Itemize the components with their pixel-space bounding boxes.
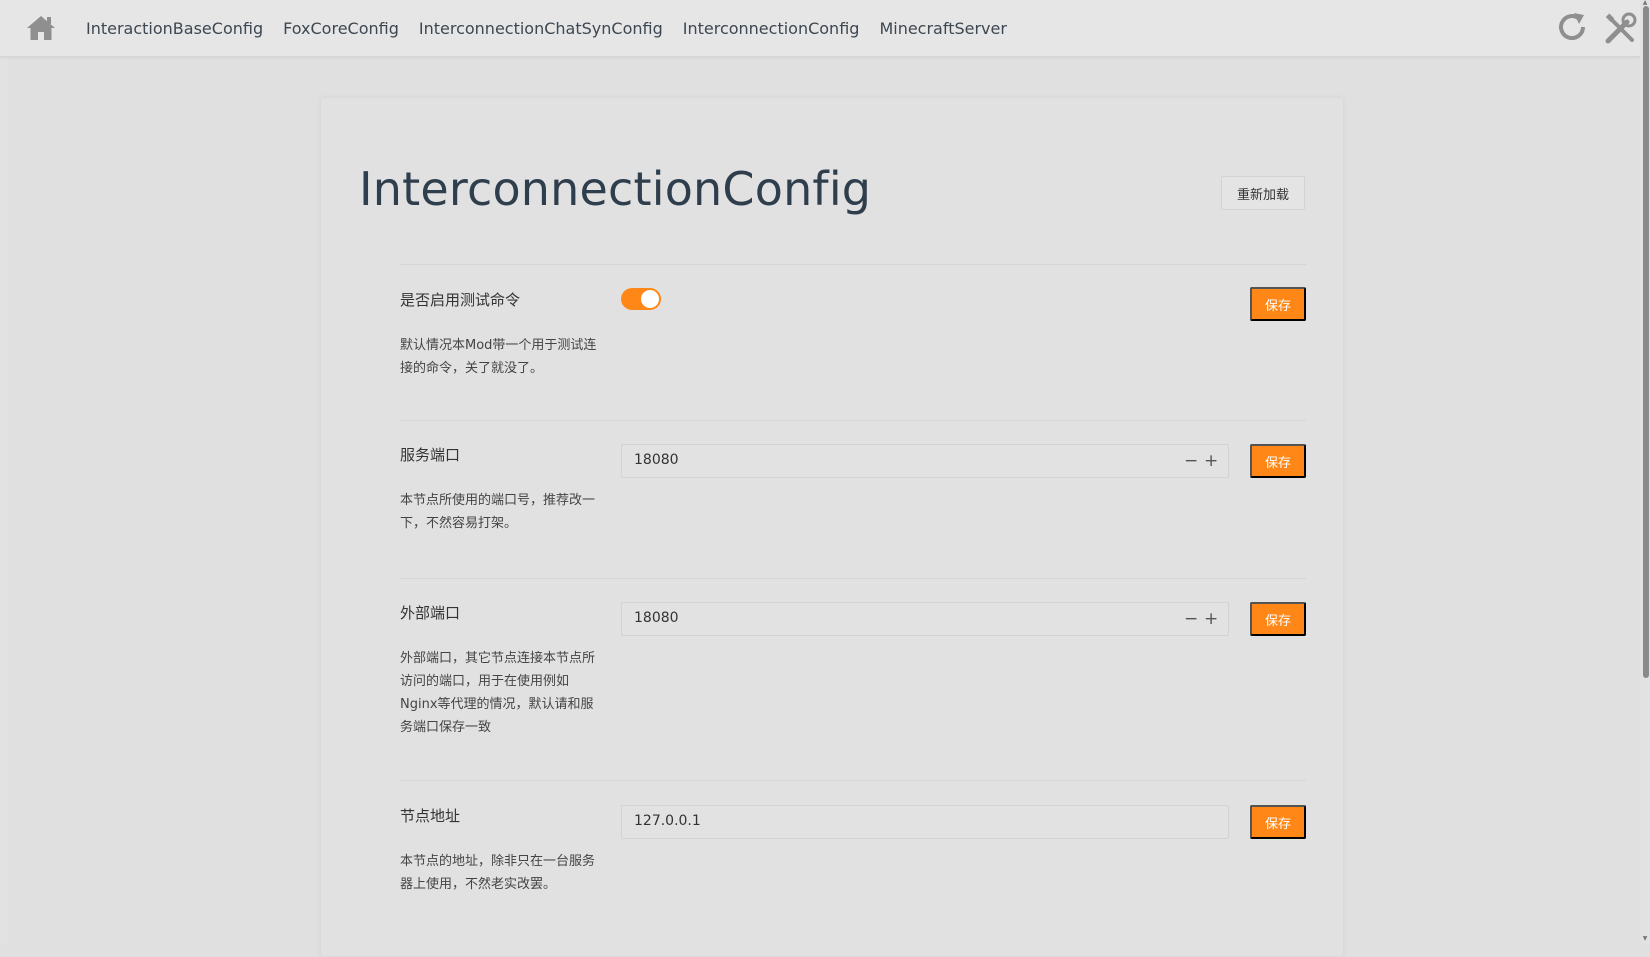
- tab-interaction-base-config[interactable]: InteractionBaseConfig: [86, 19, 263, 38]
- tab-interconnection-config[interactable]: InterconnectionConfig: [683, 19, 860, 38]
- setting-external-port: 外部端口 18080 − + 保存 外部端口，其它节点连接本节点所访问的端口，用…: [400, 578, 1306, 780]
- config-tabs: InteractionBaseConfig FoxCoreConfig Inte…: [86, 0, 1027, 56]
- setting-label: 外部端口: [400, 604, 461, 622]
- setting-label: 是否启用测试命令: [400, 291, 521, 309]
- external-port-input[interactable]: 18080 − +: [621, 602, 1229, 636]
- tools-icon[interactable]: [1604, 12, 1638, 46]
- scroll-down-arrow-icon[interactable]: ▼: [1641, 936, 1649, 942]
- tab-minecraft-server[interactable]: MinecraftServer: [879, 19, 1007, 38]
- decrement-button[interactable]: −: [1184, 451, 1198, 471]
- decrement-button[interactable]: −: [1184, 609, 1198, 629]
- toggle-knob: [641, 290, 659, 308]
- increment-button[interactable]: +: [1204, 609, 1218, 629]
- save-button[interactable]: 保存: [1250, 444, 1306, 478]
- input-value: 18080: [634, 452, 679, 468]
- left-edge: [0, 0, 8, 944]
- node-address-input[interactable]: 127.0.0.1: [621, 805, 1229, 839]
- scrollbar-thumb[interactable]: [1643, 6, 1649, 678]
- input-value: 18080: [634, 610, 679, 626]
- setting-label: 服务端口: [400, 446, 461, 464]
- setting-service-port: 服务端口 18080 − + 保存 本节点所使用的端口号，推荐改一下，不然容易打…: [400, 420, 1306, 578]
- setting-description: 默认情况本Mod带一个用于测试连接的命令，关了就没了。: [400, 338, 597, 376]
- setting-enable-test-command: 是否启用测试命令 保存 默认情况本Mod带一个用于测试连接的命令，关了就没了。: [400, 264, 1306, 420]
- enable-test-command-toggle[interactable]: [621, 288, 661, 310]
- save-button[interactable]: 保存: [1250, 805, 1306, 839]
- setting-description: 本节点所使用的端口号，推荐改一下，不然容易打架。: [400, 493, 596, 531]
- reload-button[interactable]: 重新加载: [1221, 176, 1305, 210]
- tab-fox-core-config[interactable]: FoxCoreConfig: [283, 19, 399, 38]
- scrollbar[interactable]: ▲ ▼: [1640, 0, 1650, 944]
- tab-interconnection-chat-syn-config[interactable]: InterconnectionChatSynConfig: [419, 19, 663, 38]
- input-value: 127.0.0.1: [634, 813, 701, 829]
- home-icon[interactable]: [26, 14, 56, 42]
- save-button[interactable]: 保存: [1250, 287, 1306, 321]
- setting-label: 节点地址: [400, 807, 461, 825]
- service-port-input[interactable]: 18080 − +: [621, 444, 1229, 478]
- setting-description: 本节点的地址，除非只在一台服务器上使用，不然老实改罢。: [400, 854, 596, 892]
- refresh-icon[interactable]: [1556, 11, 1590, 45]
- setting-description: 外部端口，其它节点连接本节点所访问的端口，用于在使用例如Nginx等代理的情况，…: [400, 651, 596, 735]
- save-button[interactable]: 保存: [1250, 602, 1306, 636]
- top-navigation-bar: InteractionBaseConfig FoxCoreConfig Inte…: [0, 0, 1640, 57]
- increment-button[interactable]: +: [1204, 451, 1218, 471]
- setting-node-address: 节点地址 127.0.0.1 保存 本节点的地址，除非只在一台服务器上使用，不然…: [400, 780, 1306, 940]
- page-title: InterconnectionConfig: [359, 162, 872, 216]
- config-card: InterconnectionConfig 重新加载 是否启用测试命令 保存 默…: [320, 97, 1344, 957]
